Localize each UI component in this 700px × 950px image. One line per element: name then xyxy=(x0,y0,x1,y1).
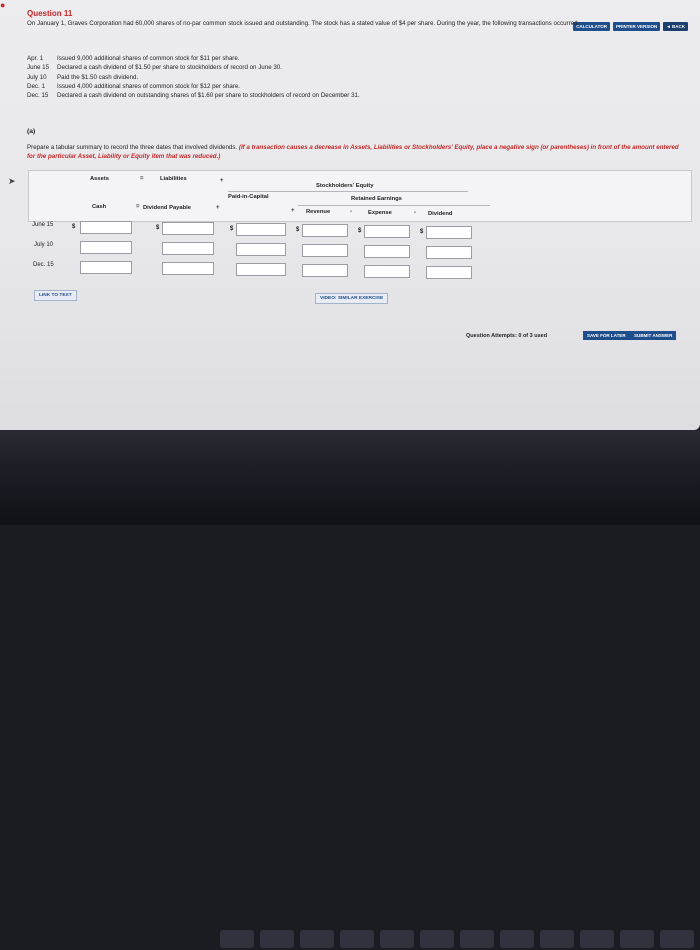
keyboard-key xyxy=(380,930,414,948)
july10-revenue-input[interactable] xyxy=(302,244,348,257)
keyboard-key xyxy=(460,930,494,948)
tabular-summary-table: Assets = Liabilities + Stockholders' Equ… xyxy=(28,170,692,280)
keyboard-key xyxy=(220,930,254,948)
transaction-list: Apr. 1 Issued 9,000 additional shares of … xyxy=(27,54,360,100)
laptop-bezel xyxy=(0,430,700,948)
july10-paid-in-capital-input[interactable] xyxy=(236,243,286,256)
dec15-dividend-input[interactable] xyxy=(426,266,472,279)
dec15-expense-input[interactable] xyxy=(364,265,410,278)
question-attempts: Question Attempts: 0 of 3 used xyxy=(466,333,548,339)
june15-revenue-input[interactable] xyxy=(302,224,348,237)
plus-sign: + xyxy=(216,205,220,211)
header-divider xyxy=(228,191,468,192)
minus-sign: - xyxy=(350,209,352,215)
header-stockholders-equity: Stockholders' Equity xyxy=(316,183,374,189)
question-title: Question 11 xyxy=(27,9,73,18)
instructions-text: Prepare a tabular summary to record the … xyxy=(27,144,238,151)
july10-expense-input[interactable] xyxy=(364,245,410,258)
transaction-text: Issued 9,000 additional shares of common… xyxy=(57,55,240,62)
transaction-date: Dec. 1 xyxy=(27,82,45,90)
dec15-revenue-input[interactable] xyxy=(302,264,348,277)
june15-dividend-payable-input[interactable] xyxy=(162,222,214,235)
currency-sign: $ xyxy=(358,228,362,234)
transaction-text: Issued 4,000 additional shares of common… xyxy=(57,82,240,90)
july10-cash-input[interactable] xyxy=(80,241,132,254)
header-paid-in-capital: Paid-in-Capital xyxy=(228,194,269,200)
header-dividend-payable: Dividend Payable xyxy=(143,205,192,211)
july10-dividend-input[interactable] xyxy=(426,246,472,259)
july10-dividend-payable-input[interactable] xyxy=(162,242,214,255)
june15-cash-input[interactable] xyxy=(80,221,132,234)
transaction-date: July 10 xyxy=(27,73,47,81)
keyboard-key xyxy=(340,930,374,948)
keyboard-key xyxy=(500,930,534,948)
header-revenue: Revenue xyxy=(306,209,331,215)
currency-sign: $ xyxy=(420,229,424,235)
cursor-arrow-icon: ➤ xyxy=(8,176,16,186)
keyboard-key xyxy=(620,930,654,948)
header-expense: Expense xyxy=(368,210,392,216)
header-divider xyxy=(298,205,490,206)
transaction-row: Dec. 15 Declared a cash dividend on outst… xyxy=(27,91,360,100)
keyboard-key xyxy=(540,930,574,948)
header-retained-earnings: Retained Earnings xyxy=(351,196,402,202)
transaction-row: Apr. 1 Issued 9,000 additional shares of … xyxy=(27,54,360,63)
transaction-row: June 15 Declared a cash dividend of $1.50… xyxy=(27,63,360,72)
corner-mark: ● xyxy=(0,0,6,10)
header-dividend: Dividend xyxy=(428,211,453,217)
submit-answer-button[interactable]: SUBMIT ANSWER xyxy=(630,331,677,340)
equals-sign: = xyxy=(136,204,140,210)
header-assets: Assets xyxy=(90,176,110,182)
save-for-later-button[interactable]: SAVE FOR LATER xyxy=(583,331,630,340)
june15-dividend-input[interactable] xyxy=(426,226,472,239)
keyboard-key xyxy=(260,930,294,948)
june15-paid-in-capital-input[interactable] xyxy=(236,223,286,236)
currency-sign: $ xyxy=(296,227,300,233)
header-cash: Cash xyxy=(92,204,107,210)
keyboard-key xyxy=(300,930,334,948)
video-similar-exercise-button[interactable]: VIDEO: SIMILAR EXERCISE xyxy=(315,293,389,304)
dec15-cash-input[interactable] xyxy=(80,261,132,274)
header-liabilities: Liabilities xyxy=(160,176,187,182)
currency-sign: $ xyxy=(230,226,234,232)
dec15-paid-in-capital-input[interactable] xyxy=(236,263,286,276)
link-to-text-button[interactable]: LINK TO TEXT xyxy=(34,290,77,301)
dec15-dividend-payable-input[interactable] xyxy=(162,262,214,275)
row-label-july-10: July 10 xyxy=(34,242,54,248)
plus-sign: + xyxy=(220,178,224,184)
equals-sign: = xyxy=(140,176,144,182)
instructions: Prepare a tabular summary to record the … xyxy=(27,144,687,161)
june15-expense-input[interactable] xyxy=(364,225,410,238)
transaction-text: Declared a cash dividend on outstanding … xyxy=(57,92,360,100)
transaction-date: Apr. 1 xyxy=(27,55,44,62)
transaction-date: Dec. 15 xyxy=(27,92,49,100)
question-intro: On January 1, Graves Corporation had 60,… xyxy=(27,20,580,27)
transaction-text: Declared a cash dividend of $1.50 per sh… xyxy=(57,64,282,72)
keyboard-key xyxy=(660,930,694,948)
keyboard-key xyxy=(580,930,614,948)
back-button[interactable]: ◄ BACK xyxy=(663,22,688,31)
transaction-text: Paid the $1.50 cash dividend. xyxy=(57,73,139,81)
currency-sign: $ xyxy=(72,224,76,230)
browser-viewport: ● Question 11 CALCULATOR PRINTER VERSION… xyxy=(0,0,700,430)
row-label-june-15: June 15 xyxy=(32,222,54,228)
part-label: (a) xyxy=(27,128,36,135)
keyboard-key xyxy=(420,930,454,948)
keyboard-row xyxy=(220,930,700,950)
minus-sign: - xyxy=(414,210,416,216)
transaction-row: July 10 Paid the $1.50 cash dividend. xyxy=(27,73,360,82)
row-label-dec-15: Dec. 15 xyxy=(33,262,54,268)
currency-sign: $ xyxy=(156,225,160,231)
transaction-row: Dec. 1 Issued 4,000 additional shares of … xyxy=(27,82,360,91)
plus-sign: + xyxy=(291,208,295,214)
transaction-date: June 15 xyxy=(27,64,50,72)
